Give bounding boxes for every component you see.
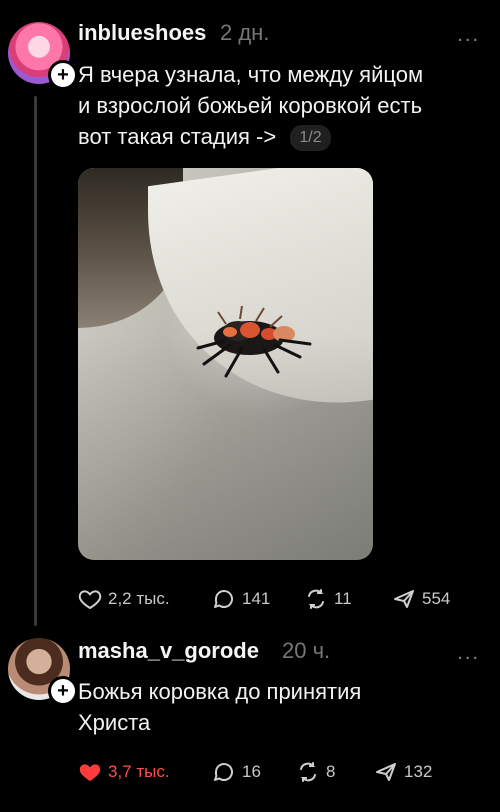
comments-count-1: 141 xyxy=(242,589,271,608)
comment-icon xyxy=(214,590,233,608)
post-text-2-line-2: Христа xyxy=(78,710,151,735)
comment-icon-2 xyxy=(214,763,233,781)
add-user-button-2[interactable]: + xyxy=(48,676,78,706)
post-text-line-1: Я вчера узнала, что между яйцом xyxy=(78,62,424,87)
repost-icon xyxy=(308,589,324,609)
post-text-2-line-1: Божья коровка до принятия xyxy=(78,679,362,704)
add-user-button[interactable]: + xyxy=(48,60,78,90)
send-icon xyxy=(394,590,414,608)
likes-count-2: 3,7 тыс. xyxy=(108,762,170,781)
heart-icon xyxy=(78,590,102,610)
shares-count-2: 132 xyxy=(404,762,433,781)
page-indicator: 1/2 xyxy=(290,125,331,152)
post-text-line-3: вот такая стадия -> 1/2 xyxy=(78,121,478,152)
like-button-1[interactable]: 2,2 тыс. xyxy=(78,587,170,611)
post-text-line-3-text: вот такая стадия -> xyxy=(78,124,277,149)
reposts-count-1: 11 xyxy=(334,589,352,608)
shares-count-1: 554 xyxy=(422,589,451,608)
time-1: 2 дн. xyxy=(220,20,270,45)
send-icon-2 xyxy=(376,763,396,781)
comment-button-2[interactable]: 16 xyxy=(212,760,261,784)
repost-icon-2 xyxy=(300,762,316,782)
more-button-1[interactable]: ... xyxy=(457,24,480,47)
username-1[interactable]: inblueshoes xyxy=(78,20,206,46)
comments-count-2: 16 xyxy=(242,762,261,781)
post-text-1: Я вчера узнала, что между яйцом и взросл… xyxy=(78,59,478,152)
post-image[interactable] xyxy=(78,168,373,560)
share-button-1[interactable]: 554 xyxy=(392,587,450,611)
like-button-2[interactable]: 3,7 тыс. xyxy=(78,760,170,784)
time-2: 20 ч. xyxy=(282,638,331,663)
reposts-count-2: 8 xyxy=(326,762,336,781)
repost-button-1[interactable]: 11 xyxy=(304,587,352,611)
post-text-2: Божья коровка до принятия Христа xyxy=(78,676,478,738)
repost-button-2[interactable]: 8 xyxy=(296,760,335,784)
ladybug-larva-icon xyxy=(196,305,312,378)
likes-count-1: 2,2 тыс. xyxy=(108,589,170,608)
more-button-2[interactable]: ... xyxy=(457,642,480,665)
thread-line xyxy=(34,96,37,626)
post-text-line-2: и взрослой божьей коровкой есть xyxy=(78,93,423,118)
share-button-2[interactable]: 132 xyxy=(374,760,432,784)
heart-filled-icon xyxy=(79,764,101,781)
comment-button-1[interactable]: 141 xyxy=(212,587,270,611)
username-2[interactable]: masha_v_gorode xyxy=(78,638,259,664)
